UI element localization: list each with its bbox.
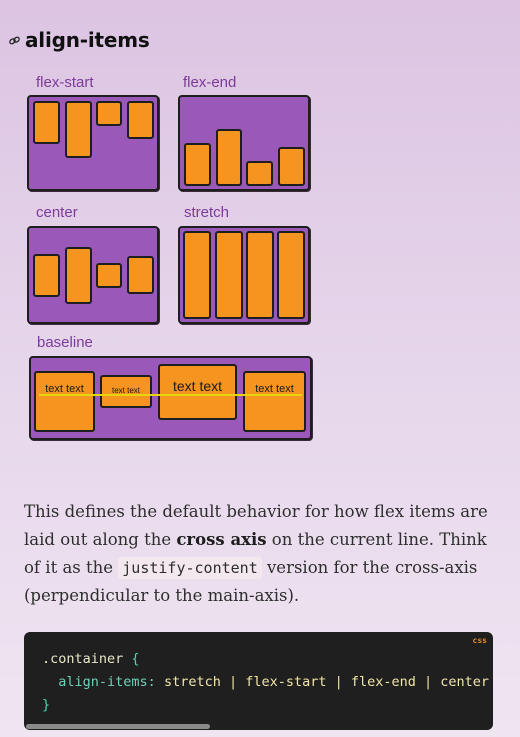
center-diagram	[27, 226, 159, 324]
flex-item	[277, 231, 305, 319]
flex-item: text text	[34, 371, 95, 432]
cross-axis-bold: cross axis	[176, 530, 267, 549]
flex-item	[184, 143, 211, 186]
flex-item	[215, 231, 243, 319]
stretch-label: stretch	[184, 204, 230, 221]
code-open-brace: {	[131, 651, 140, 667]
code-block[interactable]: css .container { align-items: stretch | …	[24, 632, 493, 730]
flex-end-label: flex-end	[183, 74, 237, 91]
flex-item	[33, 101, 60, 144]
flex-item	[246, 231, 274, 319]
flex-item	[183, 231, 211, 319]
baseline-label: baseline	[37, 334, 93, 351]
flex-item: text text	[100, 375, 152, 408]
flex-item	[65, 247, 92, 304]
item-text: text text	[172, 378, 223, 394]
flex-item	[127, 256, 154, 294]
page: align-items flex-start flex-end center s…	[0, 0, 520, 737]
inline-code: justify-content	[118, 557, 262, 579]
flex-item	[278, 147, 305, 186]
code-selector: .container	[42, 651, 124, 667]
flex-start-diagram	[27, 95, 159, 191]
stretch-diagram	[178, 226, 310, 324]
flex-end-diagram	[178, 95, 310, 191]
code-property: align-items:	[58, 674, 156, 690]
section-title: align-items	[25, 28, 150, 52]
flex-item	[33, 254, 60, 297]
flex-item: text text	[243, 371, 306, 432]
code-content[interactable]: .container { align-items: stretch | flex…	[42, 648, 493, 717]
code-language-badge: css	[472, 636, 487, 645]
code-value: stretch | flex-start | flex-end | center…	[163, 674, 490, 690]
code-close-brace: }	[42, 697, 51, 713]
flex-item	[65, 101, 92, 158]
flex-item	[96, 101, 122, 126]
flex-item	[127, 101, 154, 139]
description-paragraph: This defines the default behavior for ho…	[24, 498, 496, 610]
flex-item	[246, 161, 273, 186]
flex-item	[96, 263, 122, 288]
section-heading: align-items	[8, 28, 150, 52]
flex-item	[216, 129, 242, 186]
link-icon[interactable]	[8, 34, 21, 47]
baseline-diagram: text text text text text text text text	[29, 356, 312, 440]
flex-item: text text	[158, 364, 237, 420]
flex-start-label: flex-start	[36, 74, 94, 91]
baseline-line	[39, 394, 302, 396]
center-label: center	[36, 204, 78, 221]
horizontal-scrollbar[interactable]	[26, 724, 210, 729]
